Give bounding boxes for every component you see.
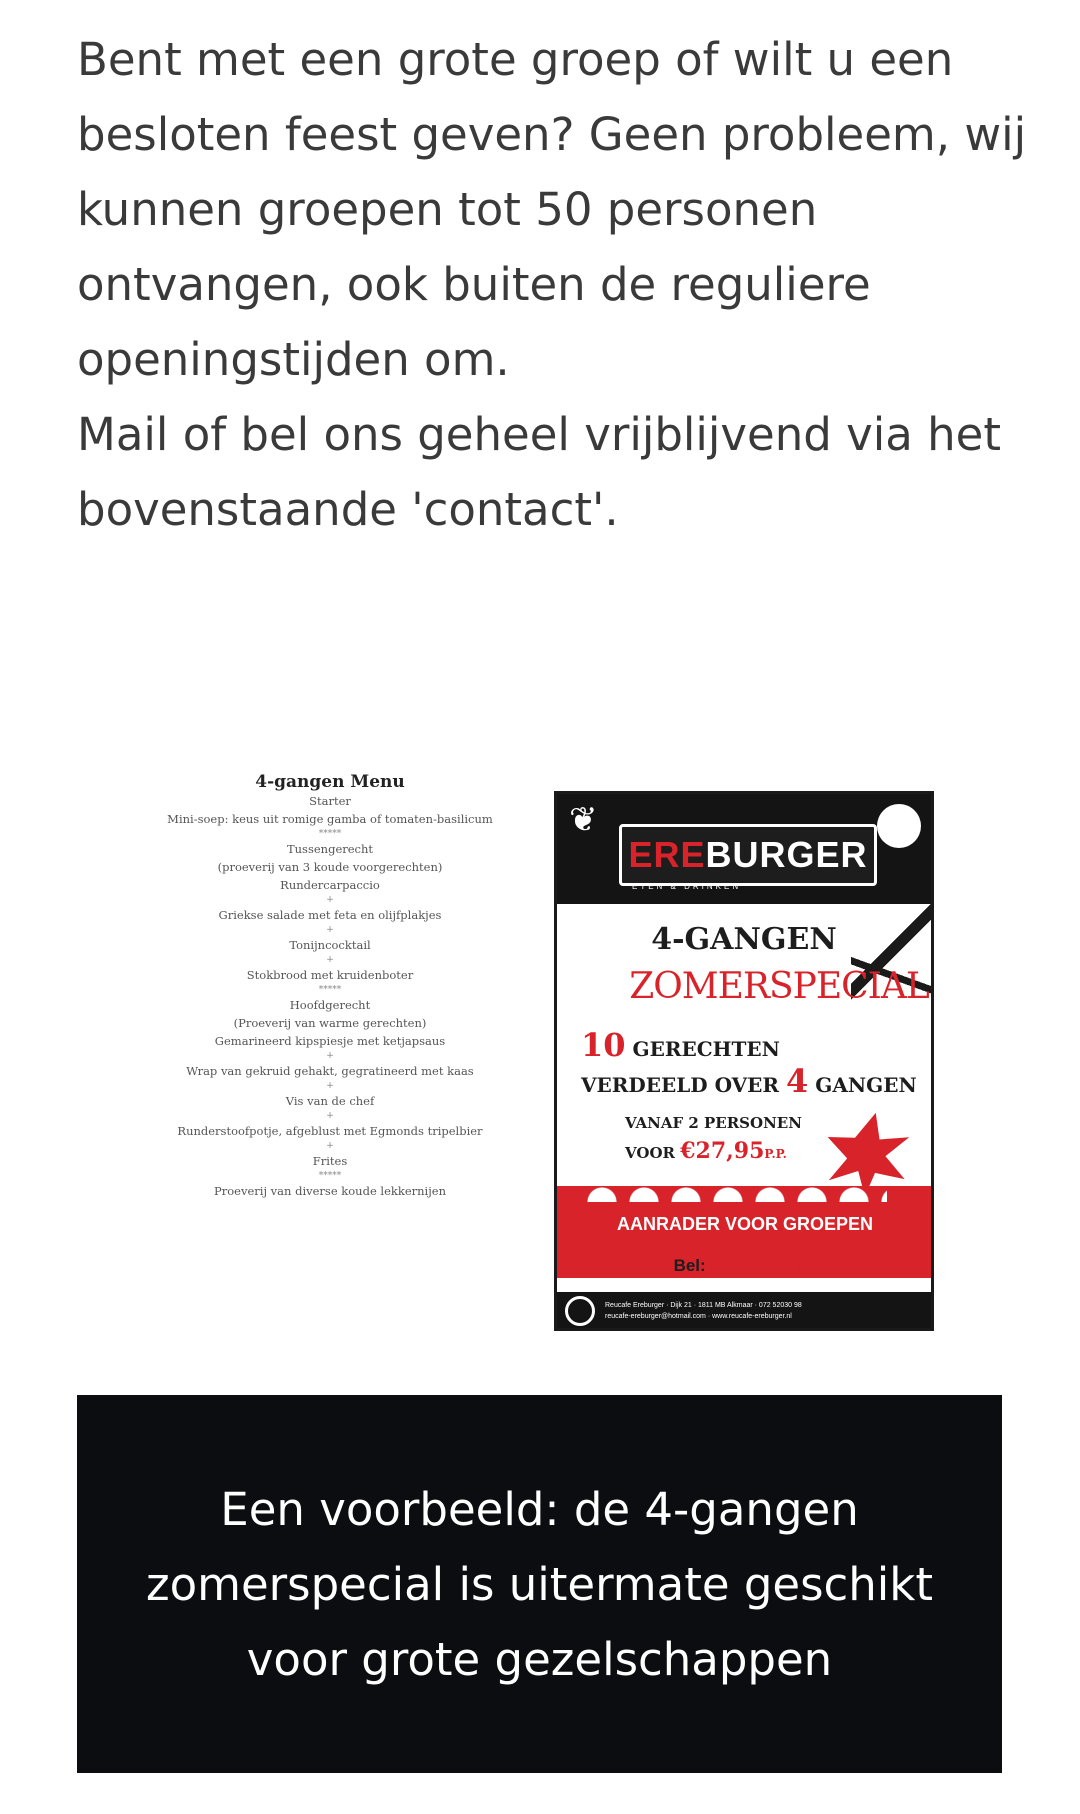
menu-line: Hoofdgerecht	[289, 998, 371, 1012]
menu-line: Gemarineerd kipspiesje met ketjapsaus	[214, 1034, 446, 1048]
menu-line: *****	[318, 1171, 342, 1181]
poster-footer-line-1: Reucafe Ereburger · Dijk 21 · 1811 MB Al…	[605, 1302, 802, 1309]
wave-decoration	[587, 1172, 887, 1202]
menu-lines: Starter Mini-soep: keus uit romige gamba …	[120, 792, 540, 1200]
menu-line: (proeverij van 3 koude voorgerechten)	[217, 860, 443, 874]
menu-line: Wrap van gekruid gehakt, gegratineerd me…	[186, 1064, 474, 1078]
menu-line: Tussengerecht	[286, 842, 374, 856]
poster-heading-1: 4-GANGEN	[651, 922, 837, 957]
menu-line: Mini-soep: keus uit romige gamba of toma…	[167, 812, 493, 826]
zomerspecial-poster-image: ❦ EREBURGER ETEN & DRINKEN 4-GANGEN ZOME…	[554, 791, 934, 1331]
menu-line: +	[326, 1111, 334, 1121]
menu-line: Stokbrood met kruidenboter	[246, 968, 414, 982]
intro-paragraph-1: Bent met een grote groep of wilt u een b…	[77, 33, 1027, 386]
intro-text: Bent met een grote groep of wilt u een b…	[77, 22, 1037, 547]
menu-card-image: 4-gangen Menu Starter Mini-soep: keus uit…	[120, 760, 540, 1340]
poster-band-text: AANRADER VOOR GROEPEN	[617, 1214, 874, 1234]
menu-line: Proeverij van diverse koude lekkernijen	[214, 1184, 446, 1198]
menu-line: +	[326, 895, 334, 905]
menu-line: Rundercarpaccio	[280, 878, 380, 892]
poster-line-3: VANAF 2 PERSONEN	[625, 1114, 802, 1132]
poster-logo: EREBURGER	[619, 824, 877, 886]
menu-line: (Proeverij van warme gerechten)	[233, 1016, 427, 1030]
menu-line: +	[326, 1081, 334, 1091]
poster-line-1: 10 GERECHTEN	[581, 1026, 780, 1064]
sun-icon	[877, 804, 921, 848]
menu-line: +	[326, 925, 334, 935]
menu-line: +	[326, 1051, 334, 1061]
menu-line: *****	[318, 829, 342, 839]
menu-line: Tonijncocktail	[289, 938, 371, 952]
menu-line: *****	[318, 985, 342, 995]
menu-title: 4-gangen Menu	[255, 772, 405, 792]
poster-heading-2: ZOMERSPECIAL	[629, 966, 930, 1007]
menu-line: Runderstoofpotje, afgeblust met Egmonds …	[177, 1124, 483, 1138]
menu-line: Vis van de chef	[285, 1094, 375, 1108]
menu-line: Griekse salade met feta en olijfplakjes	[218, 908, 442, 922]
caption-text: Een voorbeeld: de 4-gangen zomerspecial …	[145, 1482, 934, 1686]
menu-line: +	[326, 1141, 334, 1151]
poster-line-4: VOOR €27,95P.P.	[625, 1138, 787, 1164]
image-caption: Een voorbeeld: de 4-gangen zomerspecial …	[77, 1395, 1002, 1773]
poster-phone: Bel: 072 52030 98	[673, 1256, 815, 1275]
menu-line: Frites	[312, 1154, 348, 1168]
footer-logo-icon	[565, 1296, 595, 1326]
poster-logo-subtitle: ETEN & DRINKEN	[632, 882, 742, 891]
poster-footer: Reucafe Ereburger · Dijk 21 · 1811 MB Al…	[557, 1292, 931, 1328]
intro-paragraph-2: Mail of bel ons geheel vrijblijvend via …	[77, 408, 1001, 536]
butterfly-icon: ❦	[569, 800, 598, 840]
menu-line: +	[326, 955, 334, 965]
poster-line-2: VERDEELD OVER 4 GANGEN	[581, 1062, 917, 1100]
poster-footer-line-2: reucafe-ereburger@hotmail.com · www.reuc…	[605, 1313, 792, 1320]
menu-line: Starter	[309, 794, 351, 808]
